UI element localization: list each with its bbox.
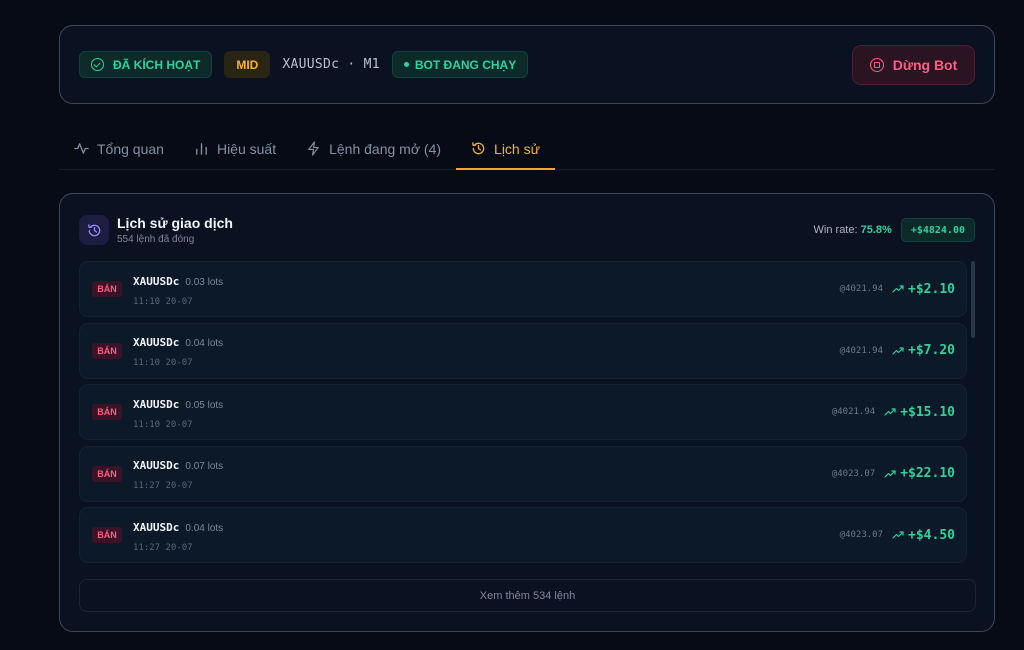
tab-performance[interactable]: Hiệu suất — [179, 128, 291, 169]
trade-list: BÁN XAUUSDc 0.03 lots 11:10 20-07 @4021.9… — [79, 261, 967, 569]
trade-symbol: XAUUSDc — [133, 274, 180, 288]
trending-up-icon — [892, 531, 904, 539]
history-title: Lịch sử giao dịch — [117, 215, 233, 231]
trade-price: @4021.94 — [831, 407, 876, 417]
trending-up-icon — [892, 346, 904, 355]
trade-lots: 0.07 lots — [185, 461, 224, 472]
side-badge: BÁN — [92, 404, 122, 420]
check-circle-icon — [91, 58, 104, 71]
trade-symbol: XAUUSDc — [133, 397, 180, 411]
history-subtitle: 554 lệnh đã đóng — [117, 234, 195, 245]
trade-symbol: XAUUSDc — [133, 520, 180, 534]
tab-bar: Tổng quan Hiệu suất Lệnh đang mở (4) Lịc… — [59, 128, 995, 170]
tab-overview-label: Tổng quan — [97, 140, 164, 157]
stop-circle-icon — [869, 57, 884, 72]
trade-pnl: +$15.10 — [900, 404, 955, 420]
trade-row[interactable]: BÁN XAUUSDc 0.07 lots 11:27 20-07 @4023.0… — [79, 445, 967, 502]
mode-badge: MID — [224, 51, 271, 78]
load-more-button[interactable]: Xem thêm 534 lệnh — [79, 579, 976, 612]
tab-history[interactable]: Lịch sử — [456, 128, 555, 170]
history-header-icon — [79, 215, 109, 245]
total-pnl-badge: +$4824.00 — [900, 218, 975, 242]
tab-overview[interactable]: Tổng quan — [59, 128, 179, 169]
trade-lots: 0.03 lots — [185, 276, 224, 288]
symbol-timeframe: XAUUSDc · M1 — [282, 57, 380, 72]
side-badge: BÁN — [92, 465, 122, 482]
trending-up-icon — [892, 285, 904, 293]
stop-bot-label: Dừng Bot — [892, 56, 958, 73]
bot-status-bar: ĐÃ KÍCH HOẠT MID XAUUSDc · M1 BOT ĐANG C… — [59, 25, 995, 104]
trade-price: @4023.07 — [839, 530, 884, 540]
trade-pnl: +$22.10 — [900, 466, 955, 481]
trade-symbol: XAUUSDc — [133, 336, 180, 349]
running-label: BOT ĐANG CHẠY — [414, 57, 517, 72]
activated-label: ĐÃ KÍCH HOẠT — [113, 57, 201, 72]
activity-icon — [74, 143, 89, 154]
trade-time: 11:27 20-07 — [133, 542, 193, 553]
trade-lots: 0.04 lots — [185, 522, 224, 534]
trade-row[interactable]: BÁN XAUUSDc 0.05 lots 11:10 20-07 @4021.9… — [79, 384, 967, 440]
trade-time: 11:10 20-07 — [133, 358, 193, 368]
trade-time: 11:10 20-07 — [133, 296, 193, 307]
tab-open-orders[interactable]: Lệnh đang mở (4) — [291, 128, 456, 169]
mode-label: MID — [236, 57, 259, 72]
win-rate: Win rate: 75.8% — [814, 224, 892, 236]
trade-time: 11:10 20-07 — [133, 419, 193, 430]
trade-lots: 0.04 lots — [185, 338, 224, 349]
side-badge: BÁN — [92, 281, 122, 297]
trade-pnl: +$2.10 — [908, 281, 955, 297]
trade-row[interactable]: BÁN XAUUSDc 0.04 lots 11:27 20-07 @4023.0… — [79, 507, 967, 563]
win-rate-value: 75.8% — [860, 224, 892, 236]
stop-bot-button[interactable]: Dừng Bot — [852, 44, 975, 85]
side-badge: BÁN — [92, 527, 122, 543]
lightning-icon — [308, 141, 319, 156]
trade-row[interactable]: BÁN XAUUSDc 0.04 lots 11:10 20-07 @4021.9… — [79, 322, 967, 379]
win-rate-label: Win rate: — [813, 224, 858, 236]
history-icon — [87, 223, 100, 236]
trade-list-scrollbar[interactable] — [971, 261, 975, 338]
trade-pnl: +$4.50 — [908, 527, 955, 543]
history-icon — [472, 142, 485, 155]
trade-history-panel: Lịch sử giao dịch 554 lệnh đã đóng Win r… — [59, 193, 995, 632]
trade-price: @4023.07 — [831, 468, 876, 479]
trade-time: 11:27 20-07 — [133, 481, 193, 491]
tab-history-label: Lịch sử — [494, 140, 540, 157]
trade-row[interactable]: BÁN XAUUSDc 0.03 lots 11:10 20-07 @4021.9… — [79, 261, 967, 317]
trade-symbol: XAUUSDc — [133, 459, 180, 472]
trending-up-icon — [884, 469, 896, 478]
history-header: Lịch sử giao dịch 554 lệnh đã đóng Win r… — [79, 214, 975, 246]
tab-performance-label: Hiệu suất — [216, 140, 277, 157]
side-badge: BÁN — [92, 342, 122, 359]
running-badge: BOT ĐANG CHẠY — [391, 51, 529, 78]
tab-open-orders-label: Lệnh đang mở (4) — [329, 140, 442, 157]
running-dot-icon — [403, 62, 409, 67]
trade-pnl: +$7.20 — [908, 343, 955, 358]
trade-price: @4021.94 — [839, 284, 884, 294]
trending-up-icon — [884, 408, 896, 416]
trade-price: @4021.94 — [839, 345, 884, 356]
bar-chart-icon — [196, 143, 207, 155]
trade-lots: 0.05 lots — [185, 399, 224, 411]
activated-badge: ĐÃ KÍCH HOẠT — [79, 51, 213, 78]
